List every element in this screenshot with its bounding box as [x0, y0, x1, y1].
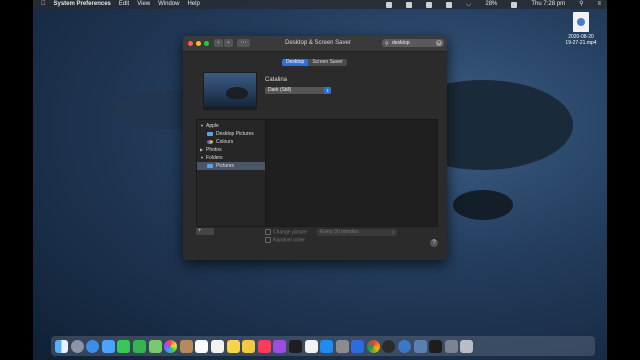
stickies-icon[interactable] — [242, 339, 256, 353]
launchpad-icon[interactable] — [70, 339, 84, 353]
back-button[interactable]: ‹ — [214, 39, 223, 47]
folder-icon — [207, 132, 213, 136]
mail-icon[interactable] — [101, 339, 115, 353]
interval-dropdown[interactable]: Every 30 minutes ⇕ — [317, 229, 397, 236]
wifi-icon[interactable]: ◡ — [466, 0, 471, 9]
appearance-value: Dark (Still) — [268, 87, 292, 93]
window-title: Desktop & Screen Saver — [285, 40, 351, 46]
menu-app-name[interactable]: System Preferences — [54, 0, 111, 9]
picture-name: Catalina — [265, 77, 288, 83]
trash-icon[interactable] — [460, 339, 474, 353]
bluetooth-icon[interactable] — [446, 1, 453, 8]
contacts-icon[interactable] — [179, 339, 193, 353]
chevron-updown-icon: ⇕ — [324, 87, 331, 94]
help-button[interactable]: ? — [430, 239, 438, 247]
sidebar-header-photos[interactable]: ▶ Photos — [197, 146, 265, 154]
status-icon[interactable] — [406, 1, 413, 8]
picture-grid[interactable] — [265, 119, 438, 227]
photos-icon[interactable] — [164, 339, 178, 353]
sidebar-header-apple[interactable]: ▼ Apple — [197, 122, 265, 130]
title-bar[interactable]: ‹ › ⋯ Desktop & Screen Saver ⚲ desktop × — [183, 36, 447, 52]
search-icon: ⚲ — [385, 41, 389, 47]
facetime-icon[interactable] — [132, 339, 146, 353]
show-all-button[interactable]: ⋯ — [237, 39, 250, 47]
chevron-updown-icon: ⇕ — [391, 230, 395, 235]
quicktime-icon[interactable] — [398, 339, 412, 353]
desktop-file[interactable]: 2020-08-20 19-27-21.mp4 — [561, 12, 601, 46]
battery-percent[interactable]: 28% — [485, 0, 497, 9]
source-list: ▼ Apple Desktop Pictures Colours ▶ Photo… — [196, 119, 266, 227]
calendar-icon[interactable] — [195, 339, 209, 353]
desktop-screensaver-window: ‹ › ⋯ Desktop & Screen Saver ⚲ desktop ×… — [183, 36, 447, 260]
video-file-icon — [573, 12, 589, 32]
sidebar-item-desktop-pictures[interactable]: Desktop Pictures — [197, 130, 265, 138]
chrome-icon[interactable] — [366, 339, 380, 353]
wallpaper-preview — [203, 72, 257, 110]
disclosure-open-icon[interactable]: ▼ — [200, 154, 204, 162]
checkbox-box[interactable] — [265, 237, 271, 243]
finder-icon[interactable] — [55, 339, 68, 353]
apple-logo-icon[interactable]:  — [41, 0, 46, 9]
tab-screen-saver[interactable]: Screen Saver — [308, 59, 347, 66]
safari-icon[interactable] — [86, 339, 100, 353]
terminal-icon[interactable] — [429, 339, 443, 353]
status-icon[interactable] — [386, 1, 393, 8]
tab-desktop[interactable]: Desktop — [282, 59, 309, 66]
disclosure-closed-icon[interactable]: ▶ — [200, 146, 203, 154]
podcasts-icon[interactable] — [273, 339, 287, 353]
menu-help[interactable]: Help — [187, 0, 199, 9]
news-icon[interactable] — [304, 339, 318, 353]
downloads-folder-icon[interactable] — [444, 339, 458, 353]
clear-search-icon[interactable]: × — [436, 40, 442, 46]
forward-button[interactable]: › — [224, 39, 233, 47]
sidebar-header-folders[interactable]: ▼ Folders — [197, 154, 265, 162]
appearance-dropdown[interactable]: Dark (Still) ⇕ — [265, 87, 331, 94]
menu-window[interactable]: Window — [158, 0, 179, 9]
messages-icon[interactable] — [117, 339, 131, 353]
random-order-checkbox[interactable]: Random order — [265, 237, 305, 244]
search-icon[interactable]: ⚲ — [579, 0, 583, 9]
menu-view[interactable]: View — [137, 0, 150, 9]
menu-edit[interactable]: Edit — [119, 0, 129, 9]
music-icon[interactable] — [257, 339, 271, 353]
wallpaper-island-small — [453, 190, 513, 220]
disclosure-open-icon[interactable]: ▼ — [200, 122, 204, 130]
color-wheel-icon — [207, 140, 213, 144]
zoom-button[interactable] — [204, 41, 209, 46]
search-field[interactable]: ⚲ desktop × — [382, 39, 444, 47]
sidebar-item-pictures[interactable]: Pictures — [197, 162, 265, 170]
folder-icon — [207, 164, 213, 168]
maps-icon[interactable] — [148, 339, 162, 353]
notes-icon[interactable] — [226, 339, 240, 353]
app-store-icon[interactable] — [320, 339, 334, 353]
screen-recording-icon[interactable] — [351, 339, 365, 353]
obs-icon[interactable] — [382, 339, 396, 353]
search-input[interactable]: desktop — [392, 39, 410, 47]
minimize-button[interactable] — [196, 41, 201, 46]
dock — [51, 336, 595, 356]
add-remove-button[interactable]: + — [196, 228, 214, 235]
system-preferences-icon[interactable] — [335, 339, 349, 353]
battery-icon[interactable] — [511, 1, 518, 8]
clock[interactable]: Thu 7:28 pm — [531, 0, 565, 9]
interval-value: Every 30 minutes — [320, 229, 359, 235]
change-picture-checkbox[interactable]: Change picture: — [265, 229, 308, 236]
preview-icon[interactable] — [413, 339, 427, 353]
desktop:  System Preferences Edit View Window He… — [33, 0, 607, 360]
flag-icon[interactable] — [426, 1, 433, 8]
file-name: 2020-08-20 19-27-21.mp4 — [565, 34, 597, 46]
tv-icon[interactable] — [288, 339, 302, 353]
tab-bar: Desktop Screen Saver — [282, 59, 347, 66]
sidebar-item-colours[interactable]: Colours — [197, 138, 265, 146]
reminders-icon[interactable] — [210, 339, 224, 353]
close-button[interactable] — [188, 41, 193, 46]
menu-bar:  System Preferences Edit View Window He… — [33, 0, 607, 9]
status-area: ◡ 28% Thu 7:28 pm ⚲ ≡ — [378, 0, 601, 9]
control-menu-icon[interactable]: ≡ — [597, 0, 601, 9]
checkbox-box[interactable] — [265, 229, 271, 235]
add-folder-icon[interactable]: + — [198, 228, 202, 235]
